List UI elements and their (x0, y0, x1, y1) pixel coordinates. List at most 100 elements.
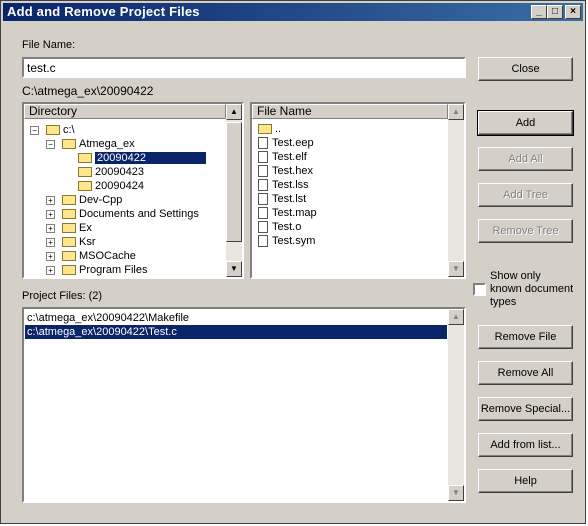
file-name-input[interactable]: test.c (22, 57, 466, 78)
remove-tree-button[interactable]: Remove Tree (478, 219, 573, 243)
project-file-item[interactable]: c:\atmega_ex\20090422\Makefile (25, 311, 447, 325)
file-list-item-label: Test.lss (272, 179, 309, 191)
file-name-value: test.c (27, 61, 56, 75)
collapse-icon[interactable]: − (46, 140, 55, 149)
add-tree-button[interactable]: Add Tree (478, 183, 573, 207)
expand-icon[interactable]: + (46, 266, 55, 275)
folder-icon (78, 181, 92, 192)
project-files-list[interactable]: ▲ ▼ c:\atmega_ex\20090422\Makefile c:\atm… (22, 307, 466, 503)
directory-item-label: 20090424 (95, 180, 144, 192)
file-list-item[interactable]: Test.o (258, 220, 301, 234)
file-list-item-label: Test.o (272, 221, 302, 233)
file-list-scrollbar[interactable]: ▲ ▼ (448, 104, 464, 277)
show-only-label-3: types (490, 296, 517, 308)
parent-folder-icon (258, 124, 272, 135)
close-window-button[interactable]: × (565, 5, 581, 19)
file-list-item[interactable]: Test.elf (258, 150, 307, 164)
minimize-button[interactable]: _ (531, 5, 547, 19)
file-icon (258, 193, 268, 206)
file-rows: .. Test.eep Test.elf Test.hex Test.lss Test.l… (252, 119, 448, 277)
folder-icon (62, 195, 76, 206)
file-name-label: File Name: (22, 39, 76, 51)
file-list-item[interactable]: Test.lss (258, 178, 309, 192)
file-list-item-label: Test.map (272, 207, 317, 219)
close-button-label: Close (511, 63, 540, 75)
scroll-down-icon[interactable]: ▼ (448, 485, 464, 501)
add-from-list-button[interactable]: Add from list... (478, 433, 573, 457)
project-file-item[interactable]: c:\atmega_ex\20090422\Test.c (25, 325, 447, 339)
directory-scrollbar[interactable]: ▲ ▼ (226, 104, 242, 277)
remove-file-button-label: Remove File (494, 331, 557, 343)
expand-icon[interactable]: + (46, 238, 55, 247)
folder-icon (62, 209, 76, 220)
expand-icon[interactable]: + (46, 196, 55, 205)
folder-icon (62, 237, 76, 248)
file-list-item[interactable]: .. (258, 122, 281, 136)
directory-item-label: MSOCache (79, 250, 136, 262)
scroll-up-icon[interactable]: ▲ (448, 104, 464, 120)
project-rows: c:\atmega_ex\20090422\Makefile c:\atmega_… (24, 310, 448, 500)
add-button-label: Add (515, 117, 536, 129)
window-title: Add and Remove Project Files (7, 4, 200, 19)
folder-icon (78, 167, 92, 178)
show-only-known-checkbox[interactable] (473, 283, 486, 296)
directory-item-label: c:\ (63, 124, 75, 136)
scroll-up-icon[interactable]: ▲ (226, 104, 242, 120)
title-bar[interactable]: Add and Remove Project Files _ □ × (3, 3, 583, 21)
file-icon (258, 165, 268, 178)
file-name-header[interactable]: File Name (252, 104, 448, 119)
expand-icon[interactable]: + (46, 224, 55, 233)
add-tree-button-label: Add Tree (503, 189, 548, 201)
directory-rows: − c:\ − Atmega_ex 20090422 20090423 20090424 + D… (24, 119, 226, 277)
directory-tree[interactable]: Directory ▲ ▼ − c:\ − Atmega_ex 20090422 2009… (22, 102, 244, 279)
file-list-item-label: Test.lst (272, 193, 307, 205)
show-only-label-1: Show only (490, 270, 541, 282)
file-list-item[interactable]: Test.hex (258, 164, 313, 178)
file-list-item[interactable]: Test.eep (258, 136, 314, 150)
file-list-item[interactable]: Test.sym (258, 234, 315, 248)
add-all-button-label: Add All (508, 153, 543, 165)
remove-all-button-label: Remove All (497, 367, 554, 379)
collapse-icon[interactable]: − (30, 126, 39, 135)
expand-icon[interactable]: + (46, 252, 55, 261)
remove-tree-button-label: Remove Tree (492, 225, 559, 237)
file-list-item-label: Test.elf (272, 151, 307, 163)
project-files-label: Project Files: (2) (22, 290, 103, 302)
scroll-thumb[interactable] (226, 122, 242, 242)
project-files-scrollbar[interactable]: ▲ ▼ (448, 309, 464, 501)
add-button[interactable]: Add (477, 110, 574, 136)
directory-item-label: 20090422 (95, 152, 206, 164)
directory-item-label: 20090423 (95, 166, 144, 178)
close-button[interactable]: Close (478, 57, 573, 81)
remove-special-button[interactable]: Remove Special... (478, 397, 573, 421)
directory-item-label: Atmega_ex (79, 138, 135, 150)
file-list-item[interactable]: Test.map (258, 206, 317, 220)
project-file-path: c:\atmega_ex\20090422\Test.c (27, 326, 177, 338)
file-icon (258, 221, 268, 234)
file-list-item-label: .. (275, 123, 282, 135)
folder-icon (78, 153, 92, 164)
scroll-up-icon[interactable]: ▲ (448, 309, 464, 325)
file-list-item-label: Test.hex (272, 165, 313, 177)
folder-icon (62, 139, 76, 150)
remove-all-button[interactable]: Remove All (478, 361, 573, 385)
current-path: C:\atmega_ex\20090422 (22, 84, 154, 98)
show-only-label-2: known document (490, 283, 574, 295)
remove-special-button-label: Remove Special... (480, 403, 571, 415)
add-all-button[interactable]: Add All (478, 147, 573, 171)
file-list[interactable]: File Name ▲ ▼ .. Test.eep Test.elf Test.hex… (250, 102, 466, 279)
directory-header[interactable]: Directory (24, 104, 226, 119)
file-icon (258, 179, 268, 192)
help-button[interactable]: Help (478, 469, 573, 493)
file-list-item[interactable]: Test.lst (258, 192, 306, 206)
maximize-button[interactable]: □ (547, 5, 563, 19)
directory-item-label: Ksr (79, 236, 96, 248)
folder-icon (62, 265, 76, 276)
dialog-window: Add and Remove Project Files _ □ × File … (0, 0, 586, 524)
scroll-down-icon[interactable]: ▼ (226, 261, 242, 277)
remove-file-button[interactable]: Remove File (478, 325, 573, 349)
help-button-label: Help (514, 475, 537, 487)
expand-icon[interactable]: + (46, 210, 55, 219)
scroll-down-icon[interactable]: ▼ (448, 261, 464, 277)
folder-icon (46, 125, 60, 136)
